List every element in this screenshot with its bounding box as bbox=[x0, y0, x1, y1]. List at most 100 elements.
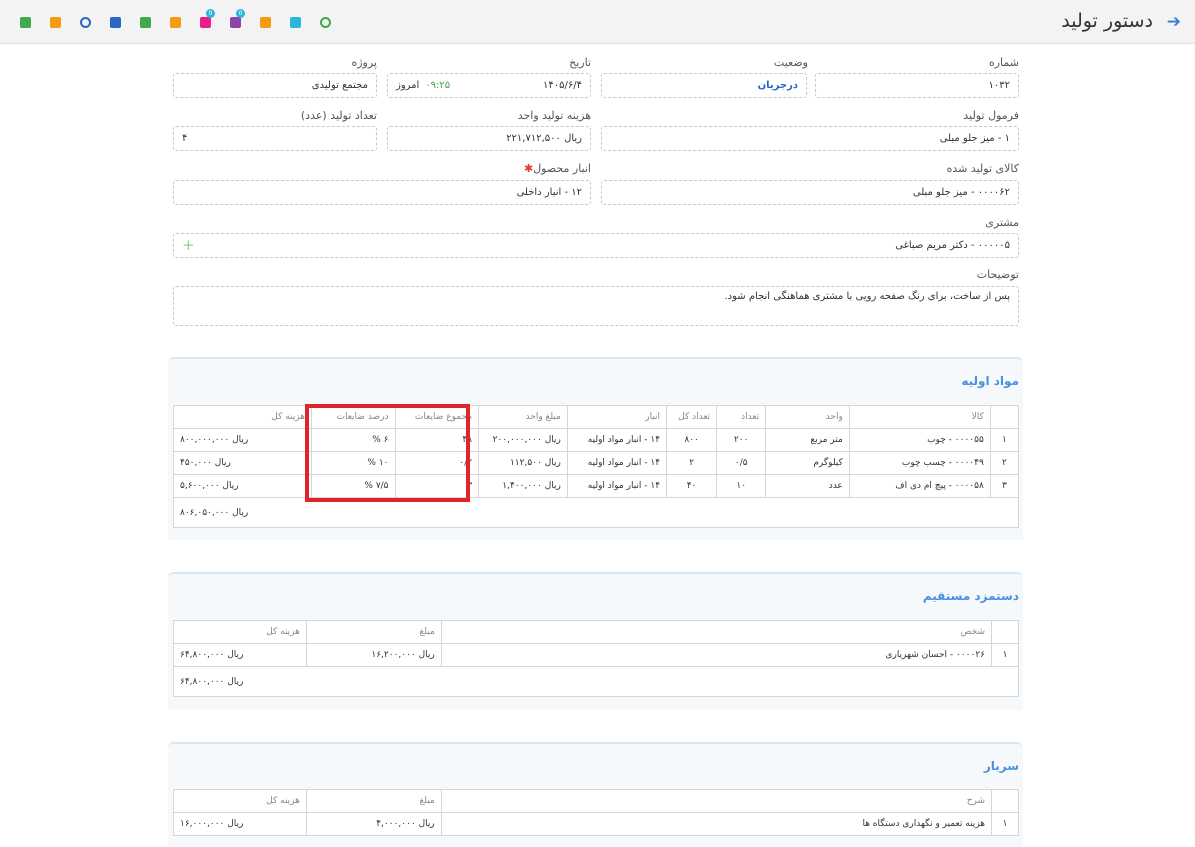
project-field[interactable]: مجتمع تولیدی bbox=[173, 73, 377, 98]
total-cost-cell: ریال ۱۶,۰۰۰,۰۰۰ bbox=[173, 812, 307, 836]
overhead-table: شرح مبلغ هزینه کل ۱ هزینه تعمیر و نگهدار… bbox=[173, 789, 1019, 836]
add-customer-icon[interactable]: + bbox=[182, 237, 195, 254]
column-header bbox=[991, 789, 1019, 813]
history-icon[interactable] bbox=[70, 13, 100, 31]
add-document-icon[interactable] bbox=[40, 13, 70, 31]
overhead-title: سربار bbox=[983, 759, 1019, 773]
description-cell: هزینه تعمیر و نگهداری دستگاه ها bbox=[440, 812, 993, 836]
unit-price-cell: ریال ۱,۴۰۰,۰۰۰ bbox=[478, 474, 568, 498]
today-link[interactable]: ۰۹:۲۵ امروز bbox=[396, 74, 450, 97]
message-badge: 0 bbox=[236, 9, 245, 18]
unit-price-cell: ریال ۱۱۲,۵۰۰ bbox=[478, 451, 568, 475]
unit-cell: کیلوگرم bbox=[765, 451, 850, 475]
table-header-row: شخص مبلغ هزینه کل bbox=[173, 620, 1019, 644]
column-header bbox=[989, 405, 1020, 429]
item-cell: ۰۰۰۰۵۵ - چوب bbox=[848, 428, 991, 452]
column-header[interactable]: هزینه کل bbox=[173, 405, 312, 429]
column-header[interactable]: شخص bbox=[440, 620, 993, 644]
unit-price-cell: ریال ۲۰۰,۰۰۰,۰۰۰ bbox=[478, 428, 568, 452]
total-row: ریال ۸۰۶,۰۵۰,۰۰۰ bbox=[173, 497, 1020, 528]
column-header[interactable]: مبلغ واحد bbox=[478, 405, 568, 429]
warehouse-field[interactable]: ۱۲ - انبار داخلی bbox=[173, 180, 591, 205]
total-cost-cell: ریال ۵,۶۰۰,۰۰۰ bbox=[173, 474, 312, 498]
total-qty-cell: ۴۰ bbox=[666, 474, 718, 498]
qty-cell: ۱۰ bbox=[716, 474, 767, 498]
save-icon[interactable] bbox=[10, 13, 40, 31]
total-qty-cell: ۲ bbox=[666, 451, 718, 475]
highlight-box bbox=[305, 404, 470, 502]
warehouse-label-text: انبار محصول bbox=[533, 162, 591, 175]
unit-cell: متر مربع bbox=[765, 428, 850, 452]
unit-cost-label: هزینه تولید واحد bbox=[517, 109, 591, 122]
table-header-row: کالا واحد تعداد تعداد کل انبار مبلغ واحد… bbox=[173, 405, 1020, 429]
excel-icon[interactable] bbox=[130, 13, 160, 31]
labor-table: شخص مبلغ هزینه کل ۱ ۰۰۰۰۲۶ - احسان شهریا… bbox=[173, 620, 1020, 697]
number-field[interactable]: ۱۰۳۲ bbox=[815, 73, 1019, 98]
status-label: وضعیت bbox=[773, 56, 808, 69]
confirm-icon[interactable] bbox=[310, 13, 340, 31]
column-header[interactable]: کالا bbox=[848, 405, 991, 429]
print-icon[interactable] bbox=[100, 13, 130, 31]
table-row[interactable]: ۱ هزینه تعمیر و نگهداری دستگاه ها ریال ۴… bbox=[173, 812, 1019, 836]
refresh-icon[interactable] bbox=[280, 13, 310, 31]
amount-cell: ریال ۴,۰۰۰,۰۰۰ bbox=[305, 812, 442, 836]
total-cost-cell: ریال ۶۴,۸۰۰,۰۰۰ bbox=[173, 643, 307, 667]
email-badge: 0 bbox=[206, 9, 215, 18]
date-field[interactable]: ۱۴۰۵/۶/۴ ۰۹:۲۵ امروز bbox=[387, 73, 591, 98]
date-value: ۱۴۰۵/۶/۴ bbox=[543, 80, 582, 91]
notes-field[interactable]: پس از ساخت، برای رنگ صفحه رویی با مشتری … bbox=[173, 286, 1019, 326]
column-header[interactable]: هزینه کل bbox=[173, 789, 307, 813]
item-cell: ۰۰۰۰۵۸ - پیچ ام دی اف bbox=[848, 474, 991, 498]
column-header[interactable]: تعداد کل bbox=[666, 405, 718, 429]
customer-value: ۰۰۰۰۰۵ - دکتر مریم صباغی bbox=[895, 240, 1010, 251]
date-label: تاریخ bbox=[569, 56, 591, 69]
row-number: ۱ bbox=[991, 643, 1019, 667]
row-number: ۱ bbox=[989, 428, 1020, 452]
column-header[interactable]: هزینه کل bbox=[173, 620, 307, 644]
column-header[interactable]: مبلغ bbox=[305, 789, 442, 813]
unit-cell: عدد bbox=[765, 474, 850, 498]
table-row[interactable]: ۳ ۰۰۰۰۵۸ - پیچ ام دی اف عدد ۱۰ ۴۰ ۱۴ - ا… bbox=[173, 474, 1020, 498]
export-icon[interactable] bbox=[160, 13, 190, 31]
status-value: درجریان bbox=[757, 80, 798, 91]
column-header[interactable]: انبار bbox=[566, 405, 668, 429]
column-header[interactable]: مبلغ bbox=[305, 620, 442, 644]
message-icon[interactable]: 0 bbox=[220, 9, 250, 31]
formula-field[interactable]: ۱ - میز جلو مبلی bbox=[601, 126, 1019, 151]
arrow-right-icon[interactable]: ➔ bbox=[1167, 12, 1181, 32]
toolbar: 0 0 bbox=[10, 9, 340, 31]
person-cell: ۰۰۰۰۲۶ - احسان شهریاری bbox=[440, 643, 993, 667]
materials-title: مواد اولیه bbox=[961, 374, 1019, 388]
amount-cell: ریال ۱۶,۲۰۰,۰۰۰ bbox=[305, 643, 442, 667]
column-header[interactable]: شرح bbox=[440, 789, 993, 813]
total-cost-cell: ریال ۴۵۰,۰۰۰ bbox=[173, 451, 312, 475]
column-header[interactable]: تعداد bbox=[716, 405, 767, 429]
product-label: کالای تولید شده bbox=[946, 162, 1019, 175]
total-row: ریال ۶۴,۸۰۰,۰۰۰ bbox=[173, 666, 1020, 697]
table-row[interactable]: ۱ ۰۰۰۰۵۵ - چوب متر مربع ۲۰۰ ۸۰۰ ۱۴ - انب… bbox=[173, 428, 1020, 452]
email-icon[interactable]: 0 bbox=[190, 9, 220, 31]
time-value: ۰۹:۲۵ bbox=[425, 80, 451, 91]
row-number: ۳ bbox=[989, 474, 1020, 498]
materials-table: کالا واحد تعداد تعداد کل انبار مبلغ واحد… bbox=[173, 405, 1020, 528]
table-row[interactable]: ۱ ۰۰۰۰۲۶ - احسان شهریاری ریال ۱۶,۲۰۰,۰۰۰… bbox=[173, 643, 1019, 667]
column-header[interactable]: واحد bbox=[765, 405, 850, 429]
status-field[interactable]: درجریان bbox=[601, 73, 807, 98]
today-label: امروز bbox=[396, 80, 420, 91]
row-number: ۲ bbox=[989, 451, 1020, 475]
qty-field[interactable]: ۴ bbox=[173, 126, 377, 151]
required-icon: ✱ bbox=[523, 162, 534, 175]
qty-cell: ۲۰۰ bbox=[716, 428, 767, 452]
qty-cell: ۰/۵ bbox=[716, 451, 767, 475]
total-qty-cell: ۸۰۰ bbox=[666, 428, 718, 452]
unit-cost-field: ریال ۲۲۱,۷۱۲,۵۰۰ bbox=[387, 126, 591, 151]
column-header bbox=[991, 620, 1019, 644]
row-number: ۱ bbox=[991, 812, 1019, 836]
copy-icon[interactable] bbox=[250, 13, 280, 31]
product-field[interactable]: ۰۰۰۰۶۲ - میز جلو مبلی bbox=[601, 180, 1019, 205]
warehouse-cell: ۱۴ - انبار مواد اولیه bbox=[566, 474, 668, 498]
table-row[interactable]: ۲ ۰۰۰۰۴۹ - چسب چوب کیلوگرم ۰/۵ ۲ ۱۴ - ان… bbox=[173, 451, 1020, 475]
qty-label: تعداد تولید (عدد) bbox=[300, 109, 377, 122]
customer-field[interactable]: ۰۰۰۰۰۵ - دکتر مریم صباغی + bbox=[173, 233, 1019, 258]
table-header-row: شرح مبلغ هزینه کل bbox=[173, 789, 1019, 813]
